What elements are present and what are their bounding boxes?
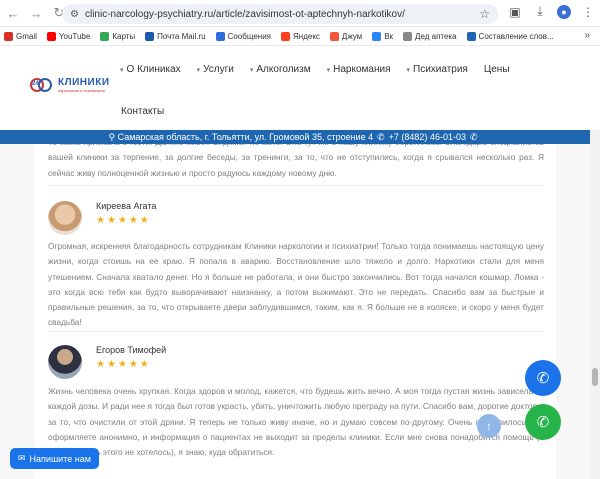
bookmark-item[interactable]: Gmail (4, 31, 37, 41)
address-bar[interactable]: ⚙ clinic-narcology-psychiatry.ru/article… (62, 4, 498, 24)
scroll-to-top-button[interactable]: ↑ (477, 414, 501, 438)
bookmark-item[interactable]: Вк (372, 31, 394, 41)
bookmark-favicon-icon (281, 31, 290, 41)
reviewer-2: Егоров Тимофей ★★★★★ (48, 345, 166, 379)
bookmark-label: YouTube (58, 31, 91, 41)
main-menu: ▾ О Клиниках ▾ Услуги ▾ Алкоголизм ▾ Наркомания… (120, 64, 526, 75)
menu-item-label: Алкоголизм (256, 64, 311, 75)
bookmark-favicon-icon (145, 31, 155, 41)
menu-item[interactable]: ▾ О Клиниках (120, 64, 181, 75)
bookmark-item[interactable]: Составление слов... (466, 31, 554, 41)
bookmark-label: Дед аптека (415, 31, 457, 41)
menu-item[interactable]: ▾ Алкоголизм (250, 64, 311, 75)
contact-bar: ⚲ Самарская область, г. Тольятти, ул. Гр… (0, 130, 590, 144)
phone-icon: ✆ (536, 370, 550, 387)
location-icon: ⚲ (108, 131, 116, 142)
chevron-down-icon: ▾ (196, 66, 201, 74)
reviews-section: То мама приехала в гости. Далеко живет. … (0, 144, 590, 479)
divider (48, 331, 544, 332)
bookmark-label: Составление слов... (478, 31, 554, 41)
page-scrollbar[interactable] (590, 130, 600, 479)
review-text-partial: То мама приехала в гости. Далеко живет. … (48, 144, 544, 178)
clinic-logo[interactable]: 24 КЛИНИКИ наркологии и психиатрии (30, 76, 110, 94)
chevron-down-icon: ▾ (249, 66, 254, 74)
rating-stars: ★★★★★ (96, 215, 151, 226)
whatsapp-button[interactable]: ✆ (525, 404, 561, 440)
review-text: Огромная, искренняя благодарность сотруд… (48, 241, 544, 328)
bookmark-label: Карты (112, 31, 136, 41)
bookmark-favicon-icon (46, 31, 56, 41)
logo-text: КЛИНИКИ (58, 77, 110, 88)
bookmark-item[interactable]: YouTube (46, 31, 91, 41)
bookmark-label: Gmail (16, 31, 37, 41)
clinic-address: Самарская область, г. Тольятти, ул. Гром… (117, 132, 374, 142)
bookmark-item[interactable]: Почта Mail.ru (145, 31, 206, 41)
call-button[interactable]: ✆ (525, 360, 561, 396)
menu-item[interactable]: ▾ Услуги (197, 64, 234, 75)
more-bookmarks-icon[interactable]: » (584, 30, 590, 41)
menu-item-contacts[interactable]: Контакты (121, 106, 164, 117)
menu-item-label: Наркомания (333, 64, 391, 75)
bookmark-favicon-icon (466, 31, 476, 41)
back-icon[interactable]: ← (3, 3, 23, 23)
bookmark-item[interactable]: Сообщения (215, 31, 271, 41)
bookmark-favicon-icon (215, 31, 225, 41)
write-us-label: Напишите нам (29, 453, 91, 464)
divider (48, 185, 544, 186)
arrow-up-icon: ↑ (486, 419, 492, 433)
chevron-down-icon: ▾ (406, 66, 410, 74)
bookmark-item[interactable]: Дед аптека (403, 31, 457, 41)
reviewer-name: Киреева Агата (96, 201, 157, 211)
bookmark-label: Сообщения (227, 31, 271, 41)
browser-toolbar: ← → ↻ ⚙ clinic-narcology-psychiatry.ru/a… (0, 0, 600, 27)
menu-item-label: Услуги (203, 64, 234, 75)
logo-mark-icon: 24 (30, 76, 56, 94)
bookmark-label: Вк (384, 31, 394, 41)
menu-item[interactable]: ▾ Наркомания (327, 64, 391, 75)
bookmark-favicon-icon (4, 31, 13, 41)
bookmark-favicon-icon (100, 31, 110, 41)
reviewer-1: Киреева Агата ★★★★★ (48, 201, 156, 235)
bookmark-item[interactable]: Джум (329, 31, 363, 41)
menu-item-label: Психиатрия (413, 64, 468, 75)
bookmark-label: Почта Mail.ru (157, 31, 206, 41)
bookmark-label: Яндекс (293, 31, 320, 41)
logo-subtext: наркологии и психиатрии (58, 88, 105, 93)
bookmarks-bar: Gmail YouTube Карты Почта Mail.ru Сообщения Я… (0, 27, 600, 46)
scrollbar-thumb[interactable] (592, 368, 598, 386)
menu-item-label: Цены (483, 64, 510, 75)
profile-icon[interactable]: ● (557, 4, 571, 19)
forward-icon[interactable]: → (26, 3, 46, 23)
menu-icon[interactable]: ⋮ (580, 5, 596, 19)
download-icon[interactable]: ⤓ (532, 4, 548, 19)
bookmark-label: Джум (341, 31, 363, 41)
phone-icon: ✆ (377, 131, 385, 142)
menu-item[interactable]: ▾ Психиатрия (406, 64, 467, 75)
bookmark-favicon-icon (329, 31, 339, 41)
rating-stars: ★★★★★ (96, 359, 151, 370)
extensions-icon[interactable]: ▣ (507, 5, 523, 19)
phone-icon-2: ✆ (469, 131, 478, 142)
site-settings-icon[interactable]: ⚙ (70, 9, 79, 20)
chevron-down-icon: ▾ (326, 66, 331, 74)
site-header: 24 КЛИНИКИ наркологии и психиатрии ▾ О Кл… (0, 46, 590, 130)
avatar (48, 345, 82, 379)
bookmark-favicon-icon (372, 31, 382, 41)
avatar (48, 201, 82, 235)
url-text[interactable]: clinic-narcology-psychiatry.ru/article/z… (85, 9, 405, 20)
review-text: Жизнь человека очень хрупкая. Когда здор… (48, 386, 544, 458)
write-us-button[interactable]: ✉ Напишите нам (10, 448, 99, 469)
bookmark-item[interactable]: Яндекс (281, 31, 320, 41)
chevron-down-icon: ▾ (120, 66, 124, 74)
clinic-phone[interactable]: +7 (8482) 46-01-03 (389, 132, 466, 142)
bookmark-favicon-icon (403, 31, 413, 41)
menu-item-label: О Клиниках (126, 64, 181, 75)
whatsapp-icon: ✆ (536, 414, 550, 431)
chat-icon: ✉ (18, 453, 26, 463)
reviewer-name: Егоров Тимофей (96, 345, 167, 355)
bookmark-item[interactable]: Карты (100, 31, 136, 41)
menu-item[interactable]: Цены (484, 64, 510, 75)
bookmark-star-icon[interactable]: ☆ (479, 7, 490, 21)
